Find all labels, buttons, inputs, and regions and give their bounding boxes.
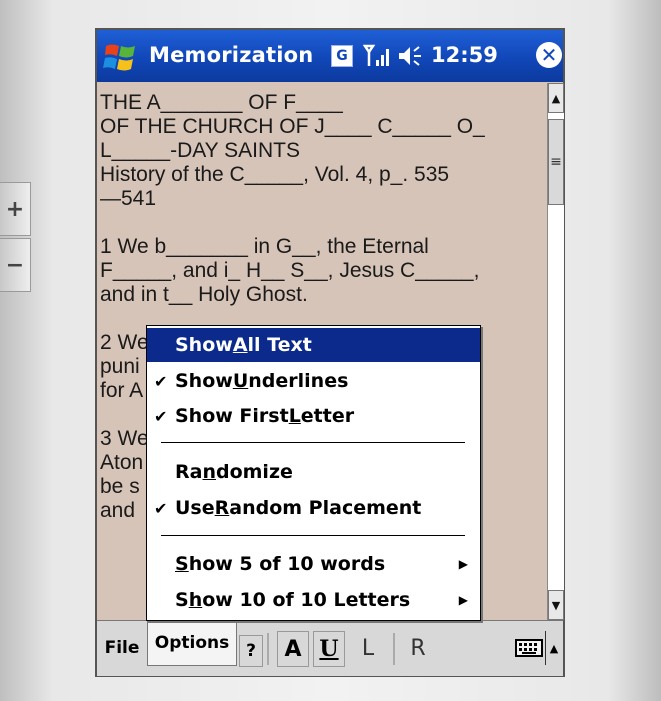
menu-item-mnemonic: A <box>232 334 248 356</box>
options-popup-menu: Show All Text ✔ Show Underlines ✔ Show F… <box>146 325 481 621</box>
hardware-plus-button[interactable]: + <box>0 182 31 236</box>
menu-item-show-underlines[interactable]: ✔ Show Underlines <box>147 364 480 398</box>
tool-l-button[interactable]: L <box>353 631 383 665</box>
g-status-icon[interactable]: G <box>331 45 353 67</box>
keyboard-icon[interactable] <box>515 639 543 657</box>
menu-item-label: Use <box>175 497 215 519</box>
scroll-down-button[interactable]: ▼ <box>548 590 564 620</box>
hardware-minus-button[interactable]: − <box>0 238 31 292</box>
tool-r-button[interactable]: R <box>403 631 433 665</box>
text-line: L_____-DAY SAINTS <box>100 139 300 162</box>
text-line: 1 We b_______ in G__, the Eternal <box>100 235 429 258</box>
vertical-scrollbar[interactable]: ▲ ≡ ▼ <box>547 83 564 620</box>
checkmark-icon: ✔ <box>154 371 168 391</box>
tool-a-button[interactable]: A <box>277 631 309 667</box>
toolbar-separator <box>393 633 395 665</box>
menu-item-label: etter <box>300 405 355 427</box>
file-menu[interactable]: File <box>99 627 145 669</box>
menu-item-label: Show First <box>175 405 289 427</box>
text-line <box>100 211 547 235</box>
input-panel-arrow[interactable]: ▲ <box>545 631 562 665</box>
options-menu[interactable]: Options <box>147 621 237 666</box>
app-title: Memorization <box>149 43 314 67</box>
menu-item-label: nderlines <box>248 370 349 392</box>
text-line: F_____, and i_ H__ S__, Jesus C_____, <box>100 259 480 282</box>
signal-strength-icon[interactable] <box>363 42 391 70</box>
scroll-up-button[interactable]: ▲ <box>548 83 564 113</box>
menu-item-mnemonic: S <box>175 553 189 575</box>
menu-item-label: S <box>175 589 189 611</box>
menu-item-mnemonic: h <box>188 589 203 611</box>
menu-item-label: Show <box>175 334 233 356</box>
text-line: —541 <box>100 187 157 210</box>
menu-item-label: Show <box>175 370 233 392</box>
menu-item-use-random-placement[interactable]: ✔ Use Random Placement <box>147 491 480 525</box>
menu-separator <box>161 535 465 536</box>
checkmark-icon: ✔ <box>154 406 168 426</box>
windows-flag-icon[interactable] <box>103 40 139 74</box>
close-icon[interactable]: ✕ <box>536 42 562 68</box>
menu-item-randomize[interactable]: Ra n domize <box>147 455 480 489</box>
menu-item-label: andom Placement <box>229 497 422 519</box>
menu-item-show-all-text[interactable]: Show All Text <box>147 328 480 362</box>
menu-item-label: domize <box>215 461 293 483</box>
menu-item-label: ll Text <box>247 334 312 356</box>
text-line: OF THE CHURCH OF J____ C_____ O_ <box>100 115 485 138</box>
menu-item-mnemonic: L <box>288 405 301 427</box>
submenu-arrow-icon: ▶ <box>458 593 468 607</box>
menu-item-label: Ra <box>175 461 203 483</box>
speaker-icon[interactable] <box>397 44 425 68</box>
scroll-thumb[interactable]: ≡ <box>548 119 564 205</box>
menu-item-label: how 5 of 10 words <box>188 553 386 575</box>
text-line: and in t__ Holy Ghost. <box>100 283 308 306</box>
help-button[interactable]: ? <box>239 635 263 667</box>
clock[interactable]: 12:59 <box>431 43 498 67</box>
checkmark-icon: ✔ <box>154 498 168 518</box>
title-bar: Memorization G 12:59 ✕ <box>97 30 563 82</box>
text-line: History of the C_____, Vol. 4, p_. 535 <box>100 163 450 186</box>
toolbar-separator <box>267 633 269 665</box>
menu-item-mnemonic: U <box>232 370 249 392</box>
menu-separator <box>161 442 465 443</box>
menu-item-label: ow 10 of 10 Letters <box>202 589 411 611</box>
menu-item-mnemonic: n <box>202 461 216 483</box>
menu-item-show-words[interactable]: Show 5 of 10 words ▶ <box>147 547 480 581</box>
menu-item-show-first-letter[interactable]: ✔ Show First Letter <box>147 399 480 433</box>
submenu-arrow-icon: ▶ <box>458 557 468 571</box>
tool-u-button[interactable]: U <box>313 631 345 667</box>
bottom-menu-bar: File Options ? A U L R ▲ <box>97 620 563 676</box>
menu-item-mnemonic: R <box>214 497 230 519</box>
text-line: THE A_______ OF F____ <box>100 91 343 114</box>
menu-item-show-letters[interactable]: Sh ow 10 of 10 Letters ▶ <box>147 583 480 617</box>
